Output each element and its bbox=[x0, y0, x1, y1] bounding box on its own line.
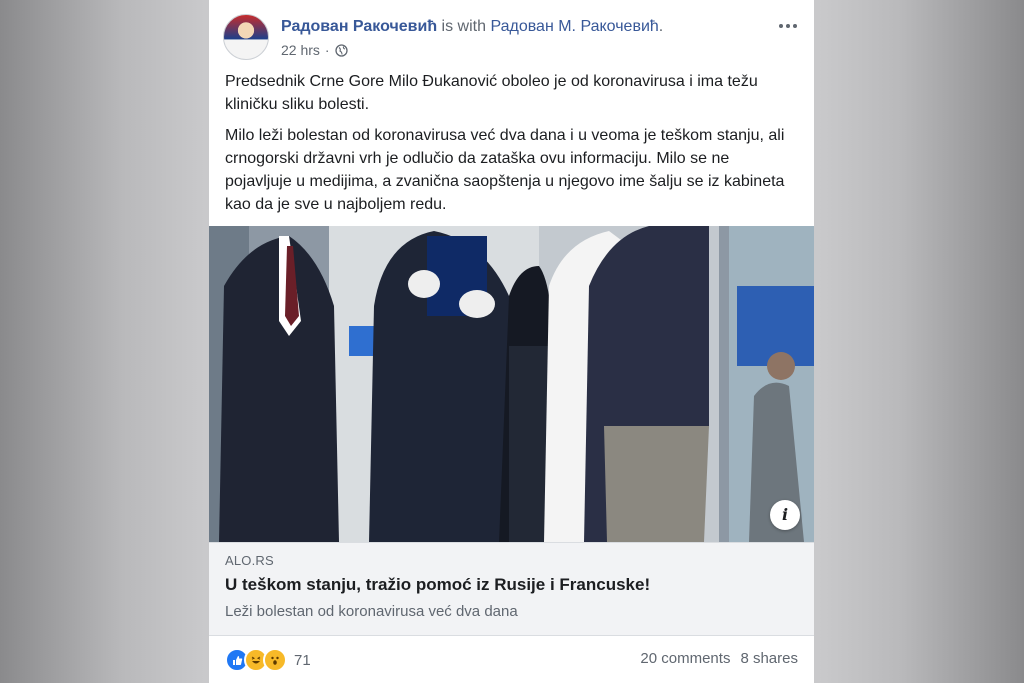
meta-separator: · bbox=[324, 42, 330, 58]
link-preview-image[interactable]: i bbox=[209, 226, 814, 542]
link-source: ALO.RS bbox=[225, 553, 274, 568]
link-description: Leži bolestan od koronavirusa već dva da… bbox=[225, 603, 518, 620]
comments-count[interactable]: 20 comments bbox=[640, 650, 730, 667]
reaction-count[interactable]: 71 bbox=[294, 652, 311, 669]
post-stats: 20 comments 8 shares bbox=[640, 650, 798, 667]
post-header: Радован Ракочевић is with Радован М. Рак… bbox=[223, 14, 800, 62]
more-options-icon[interactable] bbox=[776, 16, 800, 36]
post-text: Predsednik Crne Gore Milo Đukanović obol… bbox=[225, 70, 800, 224]
wow-icon bbox=[263, 648, 287, 672]
post-footer: 71 20 comments 8 shares bbox=[209, 636, 814, 683]
author-name[interactable]: Радован Ракочевић bbox=[281, 18, 437, 35]
facebook-post-card: Радован Ракочевић is with Радован М. Рак… bbox=[209, 0, 814, 683]
info-icon[interactable]: i bbox=[770, 500, 800, 530]
post-paragraph-1: Predsednik Crne Gore Milo Đukanović obol… bbox=[225, 73, 758, 113]
post-meta: 22 hrs · bbox=[281, 42, 348, 58]
post-time[interactable]: 22 hrs bbox=[281, 42, 320, 58]
post-paragraph-2: Milo leži bolestan od koronavirusa već d… bbox=[225, 127, 785, 213]
photo-illustration bbox=[209, 226, 814, 542]
shares-count[interactable]: 8 shares bbox=[740, 650, 798, 667]
globe-icon[interactable] bbox=[334, 43, 348, 57]
tagged-person[interactable]: Радован М. Ракочевић bbox=[490, 18, 658, 35]
with-text: is with bbox=[441, 18, 486, 35]
link-title[interactable]: U teškom stanju, tražio pomoć iz Rusije … bbox=[225, 575, 650, 595]
author-avatar[interactable] bbox=[223, 14, 269, 60]
author-line: Радован Ракочевић is with Радован М. Рак… bbox=[281, 18, 664, 35]
reactions-summary[interactable]: 71 bbox=[225, 648, 311, 672]
link-preview[interactable]: ALO.RS U teškom stanju, tražio pomoć iz … bbox=[209, 542, 814, 636]
